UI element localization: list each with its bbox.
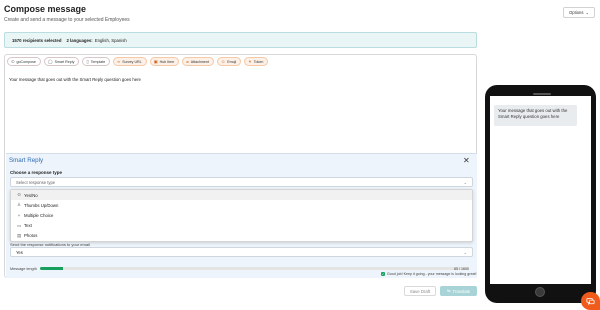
chip-label: Hub Item: [159, 59, 175, 64]
chevron-down-icon: ⌄: [463, 250, 467, 255]
chat-bubble-icon: [586, 297, 595, 305]
token-button[interactable]: ⚭ Token: [244, 57, 269, 66]
response-type-label: Choose a response type: [10, 170, 63, 175]
emoji-button[interactable]: ☺ Emoji: [216, 57, 242, 66]
notification-value: Yes: [16, 249, 23, 255]
translate-button[interactable]: ⇆ Translate: [440, 286, 477, 296]
chip-label: Attachment: [190, 59, 209, 64]
page-title: Compose message: [4, 4, 87, 14]
attachment-button[interactable]: ⌀ Attachment: [182, 57, 214, 66]
check-icon: ✓: [381, 272, 385, 276]
recipients-summary: 1570 recipients selected 2 languages: En…: [4, 32, 477, 48]
template-button[interactable]: ▯ Template: [82, 57, 111, 66]
smart-reply-title: Smart Reply: [9, 157, 44, 164]
options-label: Options: [569, 10, 584, 15]
response-type-select[interactable]: Select response type ⌄: [10, 177, 473, 187]
option-multiple-choice[interactable]: + Multiple Choice: [11, 210, 472, 220]
message-body[interactable]: Your message that goes out with the Smar…: [9, 77, 141, 82]
chevron-down-icon: ⌄: [463, 180, 467, 185]
translate-icon: ⇆: [446, 288, 451, 293]
message-length-fill: [40, 267, 63, 271]
close-icon[interactable]: ✕: [463, 157, 470, 165]
chip-label: goCompose: [16, 59, 36, 64]
chip-label: Token: [253, 59, 264, 64]
options-button[interactable]: Options ⌄: [563, 7, 595, 18]
option-label: Yes/No: [24, 192, 38, 198]
message-length-bar: [40, 267, 469, 271]
message-length-label: Message length: [10, 267, 37, 271]
option-thumbs[interactable]: ♙ Thumbs Up/Down: [11, 200, 472, 210]
option-label: Thumbs Up/Down: [24, 202, 59, 208]
chat-icon: ◯: [47, 59, 53, 64]
translate-label: Translate: [452, 288, 471, 294]
chevron-down-icon: ⌄: [585, 10, 589, 15]
page-subtitle: Create and send a message to your select…: [4, 17, 130, 23]
editor-toolbar: ⊙ goCompose ◯ Smart Reply ▯ Template ∞ S…: [7, 57, 269, 69]
phone-home-button: [535, 287, 545, 297]
photo-icon: ▤: [17, 232, 22, 238]
paperclip-icon: ⌀: [186, 59, 189, 64]
smart-reply-button[interactable]: ◯ Smart Reply: [43, 57, 80, 66]
recipients-count: 1570 recipients selected: [12, 37, 62, 43]
hub-item-button[interactable]: ▣ Hub Item: [149, 57, 180, 66]
survey-url-button[interactable]: ∞ Survey URL: [113, 57, 147, 66]
thumbs-up-icon: ♙: [17, 202, 21, 208]
gocompose-icon: ⊙: [11, 59, 15, 64]
languages-value: English, Spanish: [94, 37, 127, 43]
document-icon: ▯: [86, 59, 89, 64]
preview-message-bubble: Your message that goes out with the Smar…: [494, 105, 577, 126]
response-type-dropdown: ⊙ Yes/No ♙ Thumbs Up/Down + Multiple Cho…: [10, 189, 473, 242]
message-quality-note: ✓ Good job! Keep it going - your message…: [381, 272, 477, 276]
option-label: Text: [24, 223, 32, 229]
option-label: Photos: [24, 233, 38, 239]
chip-label: Emoji: [227, 59, 237, 64]
token-icon: ⚭: [248, 59, 252, 64]
select-placeholder: Select response type: [16, 179, 56, 185]
hub-icon: ▣: [153, 59, 158, 64]
chip-label: Template: [90, 59, 106, 64]
message-editor: ⊙ goCompose ◯ Smart Reply ▯ Template ∞ S…: [4, 54, 477, 278]
chip-label: Survey URL: [122, 59, 142, 64]
chip-label: Smart Reply: [54, 59, 75, 64]
smart-reply-panel: Smart Reply ✕ Choose a response type Sel…: [6, 153, 477, 278]
plus-icon: +: [17, 212, 21, 218]
option-label: Multiple Choice: [24, 212, 54, 218]
option-yes-no[interactable]: ⊙ Yes/No: [11, 190, 472, 201]
languages-label: 2 languages:: [66, 37, 93, 43]
message-length-count: 85 / 1600: [454, 267, 469, 271]
emoji-icon: ☺: [220, 59, 226, 64]
good-note-text: Good job! Keep it going - your message i…: [387, 272, 477, 276]
link-icon: ∞: [117, 59, 121, 64]
phone-speaker: [533, 93, 551, 95]
chat-support-button[interactable]: [581, 292, 600, 310]
check-circle-icon: ⊙: [17, 192, 21, 198]
save-draft-button[interactable]: Save Draft: [404, 286, 436, 296]
notification-select[interactable]: Yes ⌄: [10, 247, 473, 257]
text-icon: ▭: [17, 222, 22, 228]
option-photos[interactable]: ▤ Photos: [11, 231, 472, 241]
option-text[interactable]: ▭ Text: [11, 221, 472, 231]
gocompose-button[interactable]: ⊙ goCompose: [7, 57, 41, 66]
